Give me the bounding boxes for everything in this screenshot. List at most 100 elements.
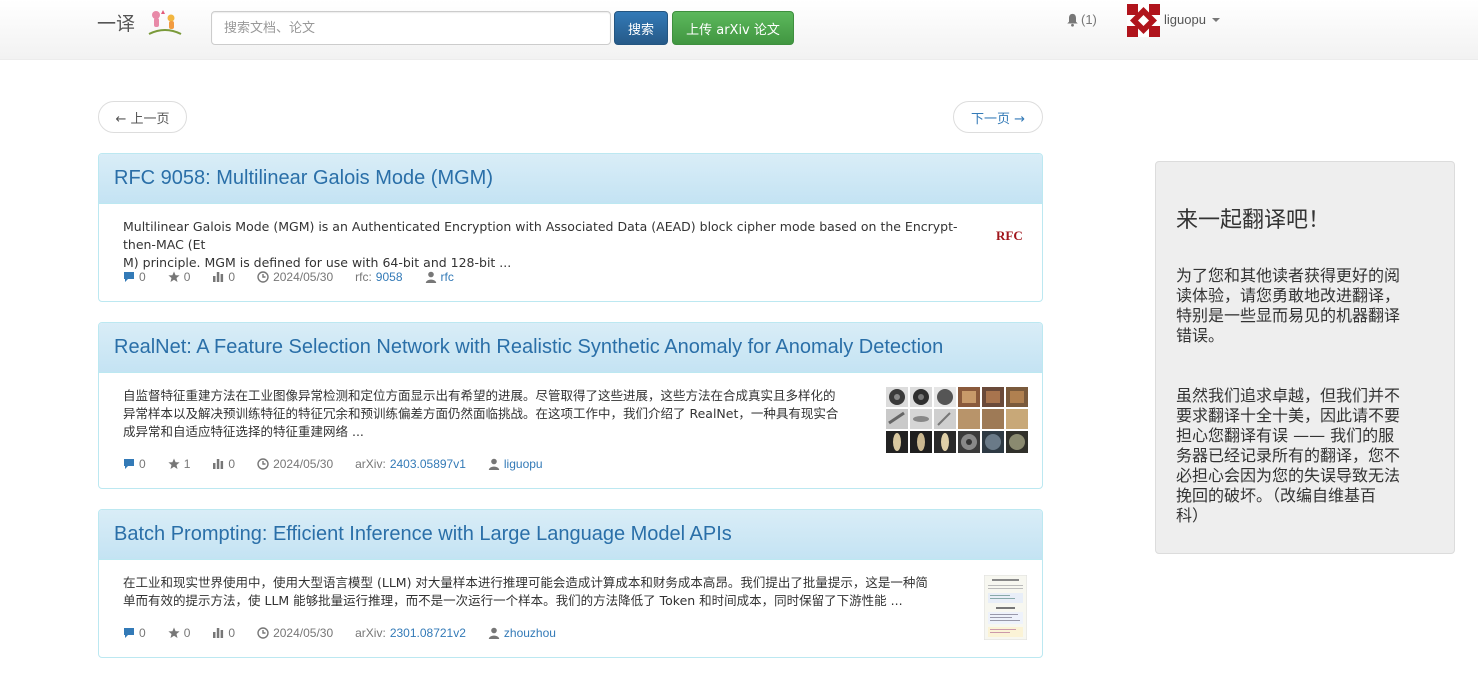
- bar-chart-icon: [213, 459, 224, 469]
- panel-title: 来一起翻译吧！: [1176, 208, 1331, 233]
- views: 0: [212, 457, 235, 471]
- comment-count: 0: [139, 457, 146, 471]
- source-prefix: arXiv:: [355, 457, 386, 471]
- publish-date: 2024/05/30: [273, 457, 334, 471]
- stars[interactable]: 1: [168, 457, 191, 471]
- paper-meta: 0 0 0 2024/05/30 rfc: 9058 rfc: [123, 270, 476, 284]
- star-icon: [168, 458, 180, 469]
- views: 0: [212, 626, 235, 640]
- paper-card: RFC 9058: Multilinear Galois Mode (MGM) …: [98, 153, 1043, 302]
- paper-card: RealNet: A Feature Selection Network wit…: [98, 322, 1043, 489]
- comments[interactable]: 0: [123, 626, 146, 640]
- paragraph-line: 担心您翻译有误 —— 我们的服: [1176, 426, 1395, 445]
- date: 2024/05/30: [257, 626, 333, 640]
- paper-meta: 0 0 0 2024/05/30 arXiv: 2301.08721v2 zhou…: [123, 626, 578, 640]
- date: 2024/05/30: [257, 457, 333, 471]
- comments[interactable]: 0: [123, 457, 146, 471]
- upload-arxiv-button[interactable]: 上传 arXiv 论文: [672, 11, 794, 45]
- abstract-line: 自监督特征重建方法在工业图像异常检测和定位方面显示出有希望的进展。尽管取得了这些…: [123, 388, 836, 403]
- avatar[interactable]: [1127, 4, 1160, 37]
- source-link[interactable]: 2403.05897v1: [390, 457, 466, 471]
- source-prefix: arXiv:: [355, 626, 386, 640]
- paragraph-line: 读体验，请您勇敢地改进翻译，: [1176, 286, 1401, 305]
- prev-page-button[interactable]: ← 上一页: [98, 101, 187, 133]
- paragraph-line: 错误。: [1176, 326, 1225, 345]
- paper-thumbnail[interactable]: [984, 575, 1027, 640]
- paper-title-link[interactable]: RFC 9058: Multilinear Galois Mode (MGM): [114, 167, 493, 190]
- comment-count: 0: [139, 626, 146, 640]
- clock-icon: [257, 627, 269, 639]
- paragraph-line: 为了您和其他读者获得更好的阅: [1176, 266, 1401, 285]
- comment-count: 0: [139, 270, 146, 284]
- source-prefix: rfc:: [355, 270, 372, 284]
- star-count: 1: [183, 457, 191, 471]
- paper-card: Batch Prompting: Efficient Inference wit…: [98, 509, 1043, 658]
- source-link[interactable]: 2301.08721v2: [390, 626, 466, 640]
- user-menu[interactable]: liguopu: [1164, 12, 1220, 27]
- view-count: 0: [228, 626, 236, 640]
- username: liguopu: [1164, 12, 1206, 27]
- views: 0: [212, 270, 235, 284]
- uploader-link[interactable]: rfc: [441, 270, 454, 284]
- clock-icon: [257, 458, 269, 470]
- uploader: zhouzhou: [488, 626, 556, 640]
- caret-down-icon: [1211, 17, 1220, 22]
- uploader-link[interactable]: zhouzhou: [504, 626, 556, 640]
- clock-icon: [257, 271, 269, 283]
- user-icon: [425, 271, 436, 283]
- star-icon: [168, 271, 180, 282]
- comments[interactable]: 0: [123, 270, 146, 284]
- uploader: rfc: [425, 270, 454, 284]
- paragraph-line: 科）: [1176, 506, 1209, 525]
- publish-date: 2024/05/30: [273, 270, 334, 284]
- paragraph-line: 挽回的破坏。（改编自维基百: [1176, 486, 1377, 505]
- notifications[interactable]: (1): [1066, 12, 1097, 27]
- star-count: 0: [183, 270, 191, 284]
- star-count: 0: [183, 626, 191, 640]
- comment-icon: [124, 628, 134, 638]
- paper-title-link[interactable]: RealNet: A Feature Selection Network wit…: [114, 336, 943, 359]
- paragraph-line: 虽然我们追求卓越，但我们并不: [1176, 386, 1401, 405]
- brand-name[interactable]: 一译: [97, 9, 135, 36]
- paragraph-line: 要求翻译十全十美，因此请不要: [1176, 406, 1401, 425]
- stars[interactable]: 0: [168, 626, 191, 640]
- navbar: 一译 搜索 上传 arXiv 论文 (1) liguopu: [0, 0, 1478, 60]
- paper-card-header: RealNet: A Feature Selection Network wit…: [99, 323, 1042, 373]
- source: arXiv: 2403.05897v1: [355, 457, 466, 471]
- search-input[interactable]: [211, 11, 611, 45]
- abstract-line: 单而有效的提示方法，使 LLM 能够批量运行推理，而不是一次运行一个样本。我们的…: [123, 593, 903, 608]
- paragraph-line: 特别是一些显而易见的机器翻译: [1176, 306, 1401, 325]
- next-page-button[interactable]: 下一页 →: [953, 101, 1043, 133]
- view-count: 0: [228, 270, 236, 284]
- abstract-line: 成异常和自适应特征选择的特征重建网络 ...: [123, 424, 364, 439]
- panel-paragraph: 虽然我们追求卓越，但我们并不 要求翻译十全十美，因此请不要 担心您翻译有误 ——…: [1176, 386, 1434, 526]
- brand-logo-icon[interactable]: [147, 6, 183, 38]
- uploader: liguopu: [488, 457, 543, 471]
- view-count: 0: [228, 457, 236, 471]
- bell-icon: [1067, 13, 1078, 27]
- comment-icon: [124, 272, 134, 282]
- paper-abstract: 自监督特征重建方法在工业图像异常检测和定位方面显示出有希望的进展。尽管取得了这些…: [123, 387, 883, 441]
- notification-count: (1): [1081, 12, 1097, 27]
- abstract-line: Multilinear Galois Mode (MGM) is an Auth…: [123, 219, 958, 252]
- uploader-link[interactable]: liguopu: [504, 457, 543, 471]
- abstract-line: 异常样本以及解决预训练特征的特征冗余和预训练偏差方面仍然面临挑战。在这项工作中，…: [123, 406, 839, 421]
- stars[interactable]: 0: [168, 270, 191, 284]
- publish-date: 2024/05/30: [273, 626, 334, 640]
- bar-chart-icon: [213, 628, 224, 638]
- abstract-line: 在工业和现实世界使用中，使用大型语言模型 (LLM) 对大量样本进行推理可能会造…: [123, 575, 928, 590]
- source: rfc: 9058: [355, 270, 402, 284]
- paper-thumbnail[interactable]: [886, 387, 1028, 453]
- bar-chart-icon: [213, 272, 224, 282]
- paper-title-link[interactable]: Batch Prompting: Efficient Inference wit…: [114, 523, 732, 546]
- source-link[interactable]: 9058: [376, 270, 403, 284]
- paper-abstract: Multilinear Galois Mode (MGM) is an Auth…: [123, 218, 978, 272]
- date: 2024/05/30: [257, 270, 333, 284]
- star-icon: [168, 627, 180, 638]
- user-icon: [488, 627, 500, 639]
- rfc-thumbnail[interactable]: RFC: [996, 228, 1023, 244]
- user-icon: [488, 458, 500, 470]
- paper-meta: 0 1 0 2024/05/30 arXiv: 2403.05897v1 ligu…: [123, 457, 565, 471]
- search-button[interactable]: 搜索: [614, 11, 668, 45]
- comment-icon: [124, 459, 134, 469]
